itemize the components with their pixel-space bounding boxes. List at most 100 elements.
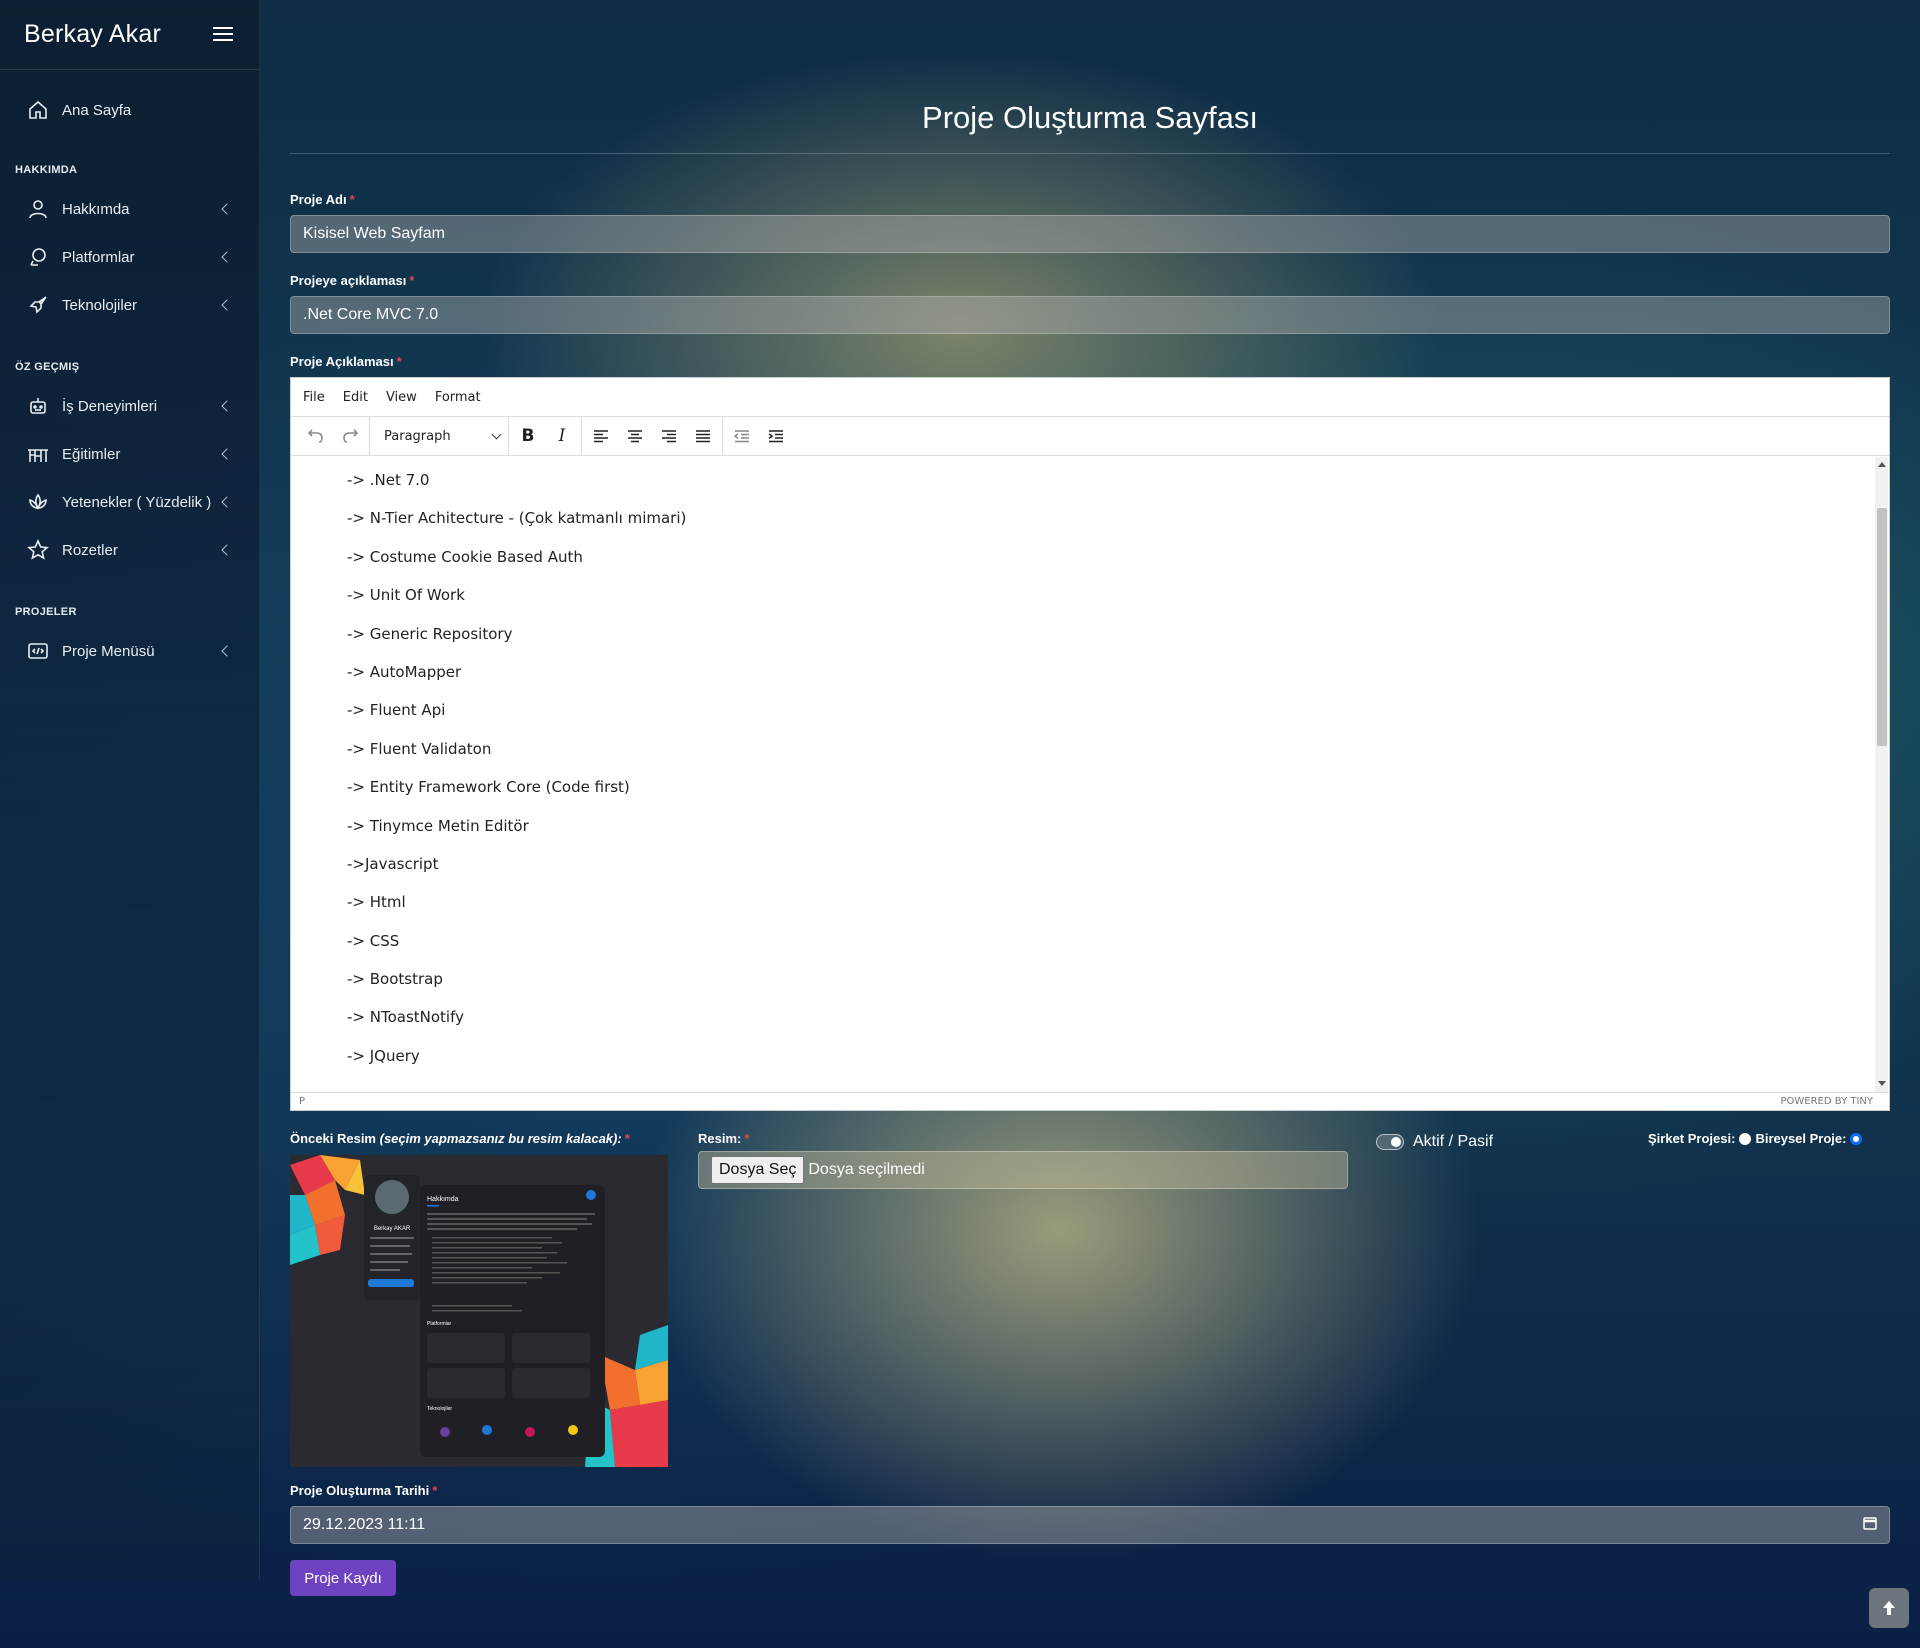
rocket-icon [26, 293, 50, 317]
sidebar-item-label: Teknolojiler [62, 296, 138, 314]
image-label: Resim: * [698, 1131, 750, 1146]
code-window-icon [26, 639, 50, 663]
previous-image-thumbnail: Berkay AKAR Hakkımda Platformlar Teknolo… [290, 1155, 668, 1467]
chevron-left-icon [221, 645, 233, 657]
editor-content[interactable]: -> .Net 7.0 -> N-Tier Achitecture - (Çok … [291, 457, 1875, 1092]
powered-by[interactable]: POWERED BY TINY [1781, 1096, 1874, 1107]
chevron-left-icon [221, 448, 233, 460]
rich-text-editor[interactable]: File Edit View Format Paragraph B I -> .… [290, 377, 1890, 1111]
main-content: Proje Oluşturma Sayfası Proje Adı * Kisis… [290, 0, 1890, 1596]
align-justify-icon[interactable] [686, 421, 720, 451]
editor-line: -> Fluent Validaton [347, 739, 492, 758]
editor-line: -> Generic Repository [347, 624, 513, 643]
scroll-down-icon[interactable] [1878, 1081, 1886, 1086]
project-desc-input[interactable]: .Net Core MVC 7.0 [290, 296, 1890, 334]
editor-line: -> .Net 7.0 [347, 471, 430, 489]
sidebar-item-badges[interactable]: Rozetler [0, 526, 259, 574]
sidebar-item-label: Proje Menüsü [62, 642, 155, 660]
bold-icon[interactable]: B [511, 421, 545, 451]
undo-icon[interactable] [299, 421, 333, 451]
preview-section-tech: Teknolojiler [427, 1406, 452, 1412]
platform-icon [26, 245, 50, 269]
preview-name: Berkay AKAR [374, 1226, 411, 1232]
previous-image-label: Önceki Resim (seçim yapmazsanız bu resim… [290, 1131, 630, 1146]
sidebar-item-label: İş Deneyimleri [62, 397, 158, 415]
editor-line: -> NToastNotify [347, 1008, 464, 1027]
file-status: Dosya seçilmedi [808, 1161, 925, 1178]
editor-line: -> Unit Of Work [347, 586, 465, 605]
editor-scrollbar-thumb[interactable] [1877, 508, 1887, 746]
editor-line: -> N-Tier Achitecture - (Çok katmanlı mi… [347, 509, 687, 528]
sidebar-item-technologies[interactable]: Teknolojiler [0, 281, 259, 329]
editor-line: -> JQuery [347, 1046, 420, 1065]
sidebar-item-label: Rozetler [62, 541, 118, 559]
align-left-icon[interactable] [584, 421, 618, 451]
choose-file-button[interactable]: Dosya Seç [711, 1156, 805, 1184]
indent-icon[interactable] [759, 421, 793, 451]
editor-line: -> CSS [347, 931, 400, 950]
home-icon [26, 98, 50, 122]
editor-menubar: File Edit View Format [291, 378, 1889, 417]
editor-line: -> AutoMapper [347, 662, 462, 681]
block-format-select[interactable]: Paragraph [372, 421, 506, 451]
redo-icon[interactable] [333, 421, 367, 451]
star-icon [26, 538, 50, 562]
sidebar-item-projects[interactable]: Proje Menüsü [0, 627, 259, 675]
individual-project-radio[interactable] [1850, 1132, 1863, 1145]
project-type-group: Şirket Projesi: Bireysel Proje: [1648, 1131, 1863, 1146]
active-toggle[interactable] [1376, 1134, 1404, 1150]
sidebar-item-experience[interactable]: İş Deneyimleri [0, 382, 259, 430]
align-right-icon[interactable] [652, 421, 686, 451]
editor-line: -> Html [347, 893, 406, 912]
chevron-down-icon [491, 429, 502, 439]
project-desc-group: Projeye açıklaması * .Net Core MVC 7.0 [290, 273, 1890, 334]
sidebar-item-label: Platformlar [62, 248, 135, 266]
outdent-icon[interactable] [725, 421, 759, 451]
editor-toolbar: Paragraph B I [291, 417, 1889, 456]
menu-view[interactable]: View [386, 390, 417, 405]
editor-line: -> Costume Cookie Based Auth [347, 547, 583, 566]
calendar-icon[interactable] [1863, 1516, 1877, 1535]
editor-line: -> Entity Framework Core (Code first) [347, 778, 630, 797]
nav-section-header: ÖZ GEÇMIŞ [15, 361, 80, 373]
preview-section-platforms: Platformlar [427, 1321, 452, 1327]
sidebar-item-about[interactable]: Hakkımda [0, 185, 259, 233]
lotus-icon [26, 490, 50, 514]
chevron-left-icon [221, 400, 233, 412]
project-content-group: Proje Açıklaması * File Edit View Format … [290, 354, 1890, 1111]
sidebar-item-label: Eğitimler [62, 445, 121, 463]
sidebar-item-home[interactable]: Ana Sayfa [0, 86, 259, 134]
page-title: Proje Oluşturma Sayfası [290, 100, 1890, 154]
project-name-label: Proje Adı * [290, 192, 355, 207]
sidebar-item-label: Yetenekler ( Yüzdelik ) [62, 493, 212, 511]
school-icon [26, 442, 50, 466]
image-file-input[interactable]: Dosya Seç Dosya seçilmedi [698, 1151, 1348, 1189]
menu-file[interactable]: File [303, 390, 325, 405]
sidebar-item-platforms[interactable]: Platformlar [0, 233, 259, 281]
project-desc-label: Projeye açıklaması * [290, 273, 415, 288]
save-project-button[interactable]: Proje Kaydı [290, 1560, 396, 1596]
italic-icon[interactable]: I [545, 421, 579, 451]
scroll-to-top-button[interactable] [1869, 1588, 1909, 1628]
sidebar-item-education[interactable]: Eğitimler [0, 430, 259, 478]
company-project-label: Şirket Projesi: [1648, 1131, 1736, 1146]
editor-line: -> Bootstrap [347, 970, 443, 989]
menu-toggle-icon[interactable] [213, 26, 235, 43]
arrow-up-icon [1883, 1601, 1895, 1615]
menu-format[interactable]: Format [435, 390, 481, 405]
align-center-icon[interactable] [618, 421, 652, 451]
menu-edit[interactable]: Edit [343, 390, 368, 405]
brand-name: Berkay Akar [24, 20, 161, 48]
sidebar-item-skills[interactable]: Yetenekler ( Yüzdelik ) [0, 478, 259, 526]
project-name-input[interactable]: Kisisel Web Sayfam [290, 215, 1890, 253]
active-label: Aktif / Pasif [1413, 1133, 1494, 1150]
chevron-left-icon [221, 203, 233, 215]
sidebar: Berkay Akar Ana Sayfa HAKKIMDA Hakkımda … [0, 0, 260, 1580]
date-input[interactable]: 29.12.2023 11:11 [290, 1506, 1890, 1544]
sidebar-item-label: Hakkımda [62, 200, 130, 218]
project-content-label: Proje Açıklaması * [290, 354, 402, 369]
chevron-left-icon [221, 299, 233, 311]
scroll-up-icon[interactable] [1878, 462, 1886, 467]
nav-section-header: PROJELER [15, 606, 77, 618]
company-project-radio[interactable] [1739, 1132, 1752, 1145]
